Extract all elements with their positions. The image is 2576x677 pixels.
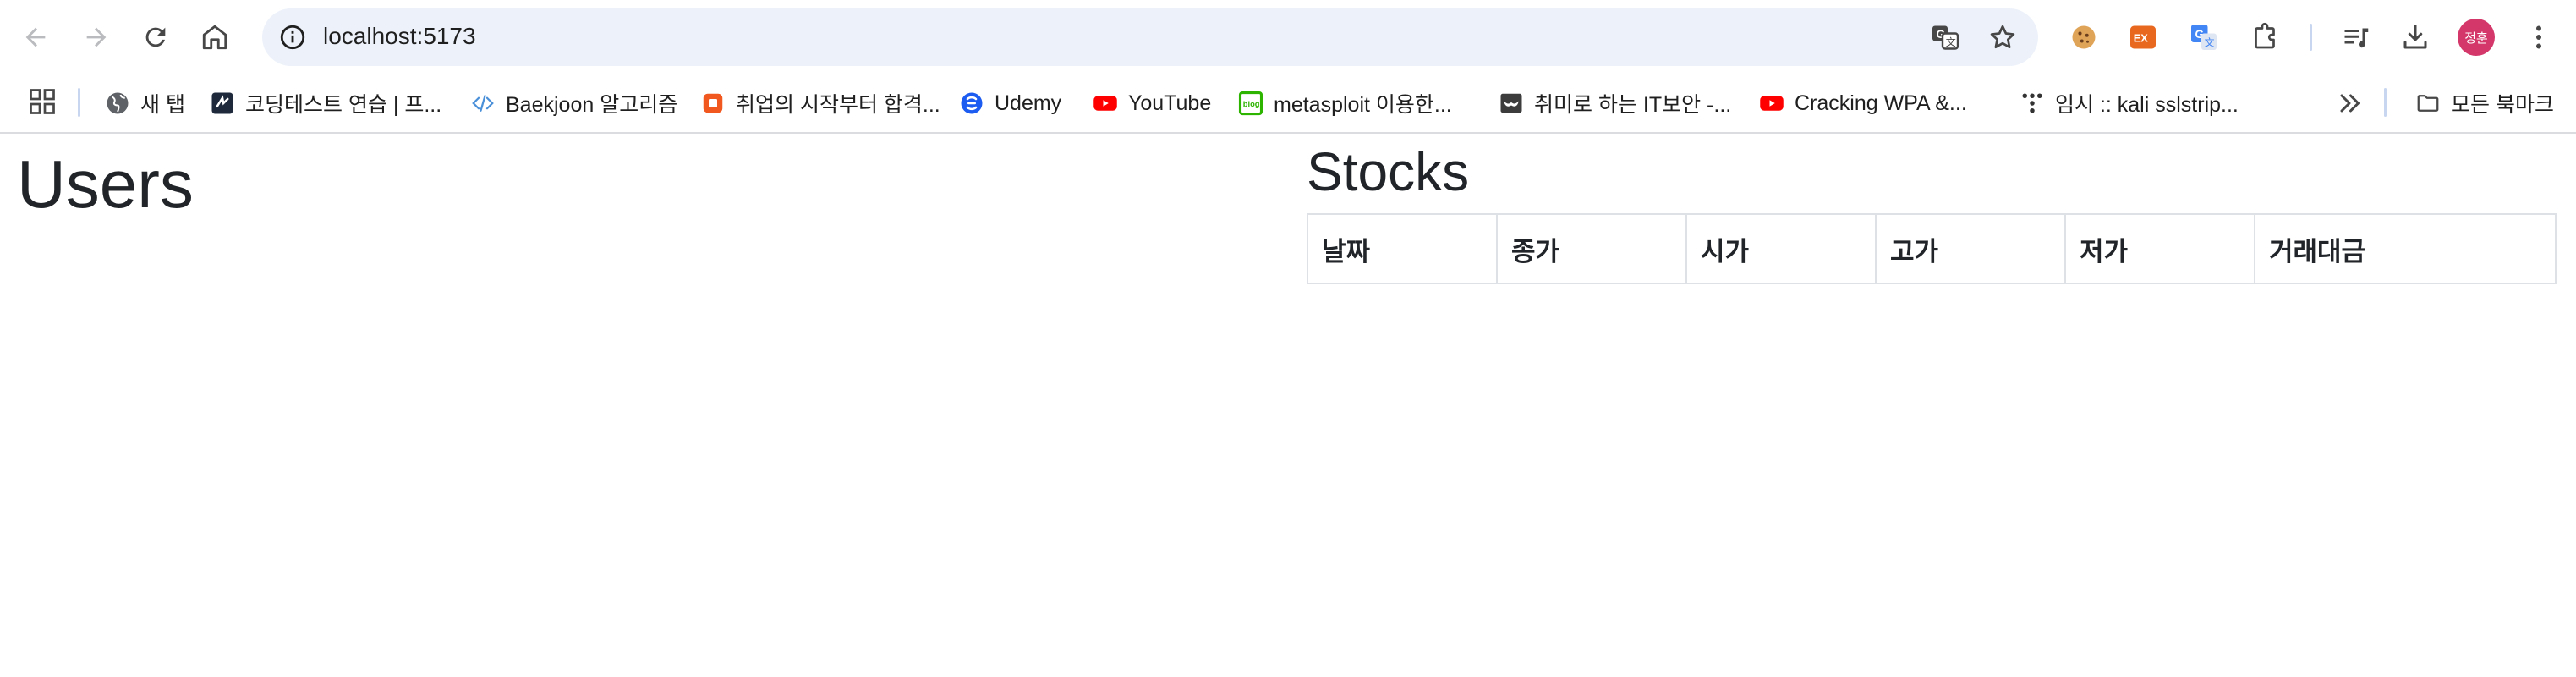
bookmark-label: 코딩테스트 연습 | 프... (245, 93, 442, 117)
home-icon (202, 25, 227, 50)
udemy-icon (959, 91, 984, 116)
all-bookmarks-label: 모든 북마크 (2451, 93, 2554, 117)
bookmarks-divider (2384, 88, 2387, 117)
bookmark-label: 취미로 하는 IT보안 -... (1534, 93, 1732, 117)
bookmark-label: 새 탭 (140, 93, 185, 117)
reload-button[interactable] (132, 14, 179, 61)
youtube-icon (1093, 91, 1118, 116)
url-text[interactable]: localhost:5173 (323, 23, 476, 50)
stocks-table-header: 날짜 종가 시가 고가 저가 거래대금 (1307, 213, 2557, 284)
column-header-open: 시가 (1685, 213, 1877, 284)
bookmarks-divider (78, 88, 80, 117)
globe-icon (105, 91, 130, 116)
svg-text:文: 文 (2204, 36, 2214, 49)
translate-page-button[interactable]: G文 (1927, 19, 1964, 56)
svg-text:EX: EX (2134, 31, 2149, 44)
arrow-right-icon (86, 27, 107, 47)
bookmark-label: metasploit 이용한... (1274, 93, 1452, 117)
ex-extension-button[interactable]: EX (2124, 19, 2162, 56)
bookmark-job-start[interactable]: 취업의 시작부터 합격... (700, 85, 940, 122)
code-icon (470, 91, 496, 116)
bookmark-udemy[interactable]: Udemy (959, 85, 1061, 122)
youtube-icon (1759, 91, 1784, 116)
downloads-button[interactable] (2397, 19, 2434, 56)
arrow-left-icon (25, 27, 46, 47)
bookmark-kali-sslstrip[interactable]: 임시 :: kali sslstrip... (2020, 85, 2239, 122)
all-bookmarks-button[interactable]: 모든 북마크 (2415, 85, 2554, 122)
translate-extension-icon: G文 (2191, 25, 2217, 50)
bookmarks-bar: 새 탭 코딩테스트 연습 | 프... Baekjoon 알고리즘 취업의 시작… (0, 74, 2576, 134)
bookmark-youtube[interactable]: YouTube (1093, 85, 1211, 122)
column-header-date: 날짜 (1307, 213, 1498, 284)
column-header-close: 종가 (1496, 213, 1687, 284)
bookmark-label: Cracking WPA &... (1795, 91, 1967, 115)
column-header-high: 고가 (1875, 213, 2066, 284)
bookmark-baekjoon[interactable]: Baekjoon 알고리즘 (470, 85, 677, 122)
tistory-icon (2020, 91, 2045, 116)
info-icon (280, 25, 305, 50)
translate-extension-button[interactable]: G文 (2185, 19, 2222, 56)
bookmark-label: 취업의 시작부터 합격... (736, 93, 940, 117)
blog-icon: blog (1238, 91, 1263, 116)
chevron-double-right-icon[interactable] (2334, 88, 2365, 118)
extensions-button[interactable] (2246, 19, 2283, 56)
profile-avatar[interactable]: 정훈 (2458, 19, 2495, 56)
reload-icon (145, 27, 166, 47)
bookmark-it-security[interactable]: 취미로 하는 IT보안 -... (1499, 85, 1731, 122)
cookie-extension-button[interactable] (2065, 19, 2102, 56)
column-header-trading-value: 거래대금 (2254, 213, 2557, 284)
translate-icon: G文 (1932, 25, 1959, 50)
browser-menu-button[interactable] (2520, 19, 2557, 56)
mask-icon (1499, 91, 1524, 116)
puzzle-icon (2255, 22, 2275, 49)
stocks-heading: Stocks (1307, 141, 1470, 202)
bookmark-label: Baekjoon 알고리즘 (506, 93, 678, 117)
folder-icon (2415, 91, 2441, 116)
svg-text:blog: blog (1243, 100, 1260, 108)
bookmark-label: YouTube (1128, 91, 1212, 115)
toolbar-divider (2310, 24, 2312, 51)
media-queue-icon (2344, 28, 2369, 48)
back-button[interactable] (12, 14, 59, 61)
page-content: Users Stocks 날짜 종가 시가 고가 저가 거래대금 (0, 135, 2576, 677)
column-header-low: 저가 (2064, 213, 2255, 284)
download-icon (2403, 25, 2427, 49)
apps-grid-icon[interactable] (27, 86, 58, 117)
programmers-icon (210, 91, 235, 116)
orange-square-icon (700, 91, 726, 116)
cookie-icon (2072, 25, 2096, 49)
bookmark-metasploit[interactable]: blog metasploit 이용한... (1238, 85, 1452, 122)
star-icon (1990, 25, 2015, 49)
bookmark-programmers[interactable]: 코딩테스트 연습 | 프... (210, 85, 441, 122)
site-info-button[interactable] (274, 19, 311, 56)
table-header-row: 날짜 종가 시가 고가 저가 거래대금 (1307, 213, 2557, 284)
ex-extension-icon: EX (2130, 25, 2156, 49)
forward-button[interactable] (73, 14, 120, 61)
bookmark-cracking-wpa[interactable]: Cracking WPA &... (1759, 85, 1967, 122)
more-vert-icon (2536, 25, 2541, 49)
media-controls-button[interactable] (2338, 19, 2375, 56)
bookmark-label: Udemy (995, 91, 1062, 115)
stocks-table: 날짜 종가 시가 고가 저가 거래대금 (1307, 213, 2557, 284)
address-bar[interactable]: localhost:5173 G文 (262, 8, 2038, 66)
bookmark-new-tab[interactable]: 새 탭 (105, 85, 185, 122)
browser-toolbar: localhost:5173 G文 EX G文 정훈 (0, 0, 2576, 74)
svg-text:文: 文 (1946, 36, 1956, 48)
bookmark-label: 임시 :: kali sslstrip... (2055, 93, 2239, 117)
users-heading: Users (17, 146, 194, 222)
home-button[interactable] (191, 14, 238, 61)
bookmark-star-button[interactable] (1984, 19, 2021, 56)
